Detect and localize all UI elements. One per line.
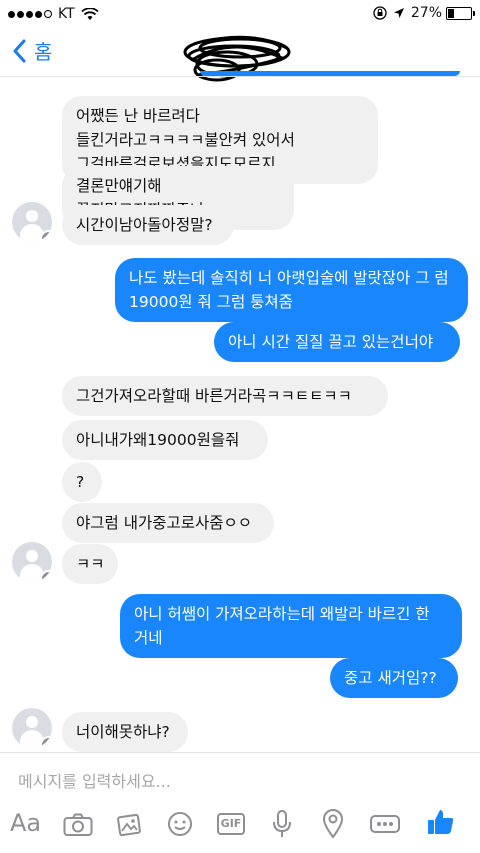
facebook-badge-icon: f — [40, 570, 52, 582]
message-bubble-outgoing: 중고 새거임?? — [330, 658, 458, 698]
avatar[interactable]: f — [12, 202, 52, 242]
back-button[interactable]: 홈 — [12, 36, 52, 65]
carrier-name: KT — [58, 6, 75, 22]
nav-bar: 홈 — [0, 28, 480, 82]
facebook-badge-icon: f — [40, 230, 52, 242]
status-right: 27% — [373, 5, 475, 21]
location-arrow-icon — [393, 8, 404, 18]
message-bubble-incoming: ? — [62, 462, 102, 502]
signal-dot-empty-icon — [44, 10, 52, 18]
message-bubble-incoming: 시간이남아돌아정말? — [62, 205, 234, 245]
avatar[interactable]: f — [12, 708, 52, 748]
signal-dot-icon — [8, 10, 15, 18]
more-icon[interactable] — [370, 815, 400, 833]
message-bubble-outgoing: 아니 허쌤이 가져오라하는데 왜발라 바르긴 한 거네 — [120, 594, 462, 658]
gif-label: GIF — [220, 817, 242, 830]
message-bubble-incoming: 그건가져오라할때 바른거라곡ㅋㅋㅌㅌㅋㅋ — [62, 376, 388, 416]
signal-dot-icon — [26, 10, 33, 18]
wifi-icon — [81, 7, 99, 20]
microphone-icon[interactable] — [272, 809, 292, 839]
back-chevron-icon — [13, 39, 26, 62]
message-bubble-incoming: ㅋㅋ — [62, 544, 118, 584]
location-icon[interactable] — [322, 809, 344, 839]
battery-percent: 27% — [410, 5, 442, 21]
facebook-badge-icon: f — [40, 736, 52, 748]
camera-icon[interactable] — [63, 813, 93, 837]
gallery-icon[interactable] — [116, 811, 142, 837]
message-bubble-outgoing: 아니 시간 질질 끌고 있는건너야 — [214, 322, 460, 362]
message-input[interactable]: 메시지를 입력하세요... — [18, 768, 171, 792]
redacted-contact-name-scribble — [183, 35, 291, 82]
signal-dot-icon — [35, 10, 42, 18]
battery-icon — [446, 6, 475, 20]
avatar[interactable]: f — [12, 542, 52, 582]
back-label: 홈 — [34, 40, 53, 64]
signal-and-carrier: KT — [8, 6, 99, 22]
battery-fill — [448, 8, 454, 18]
text-format-button[interactable]: Aa — [10, 809, 41, 837]
nav-divider — [0, 76, 480, 77]
composer-divider — [0, 752, 480, 753]
message-bubble-outgoing: 나도 봤는데 솔직히 너 아랫입술에 발랏잖아 그 럼 19000원 줘 그럼 … — [115, 258, 468, 322]
gif-icon[interactable]: GIF — [217, 813, 245, 835]
signal-dot-icon — [17, 10, 24, 18]
status-bar: KT 27% — [0, 0, 480, 28]
orientation-lock-icon — [373, 6, 387, 20]
message-bubble-incoming: 아니내가왜19000원을줘 — [62, 420, 268, 460]
sticker-icon[interactable] — [167, 811, 193, 837]
like-icon[interactable] — [426, 807, 456, 837]
composer-toolbar: Aa GIF — [0, 805, 480, 849]
message-bubble-incoming: 야그럼 내가중고로사줌ㅇㅇ — [62, 503, 274, 543]
message-bubble-incoming: 너이해못하냐? — [62, 712, 188, 752]
